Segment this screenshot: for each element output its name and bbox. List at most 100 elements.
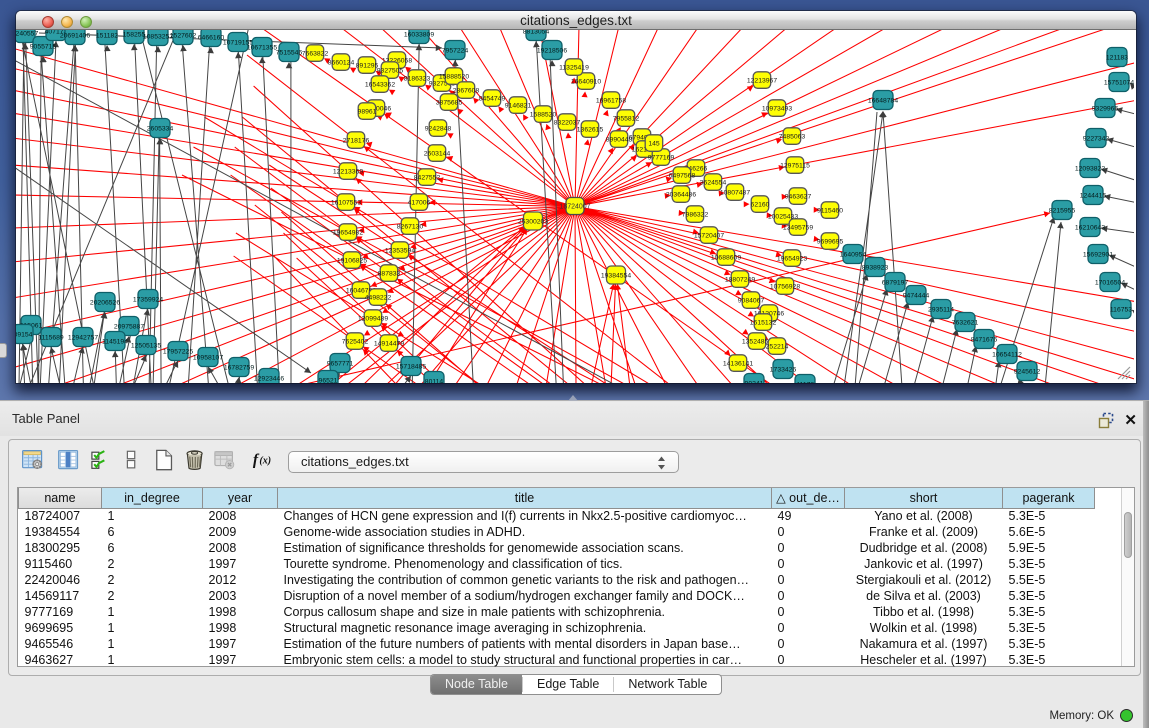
svg-text:19654982: 19654982 — [333, 229, 363, 236]
svg-text:18807249: 18807249 — [725, 276, 755, 283]
svg-text:13495759: 13495759 — [783, 224, 813, 231]
svg-text:10688609: 10688609 — [711, 254, 741, 261]
svg-text:6879197: 6879197 — [882, 279, 909, 286]
svg-text:12505135: 12505135 — [131, 342, 161, 349]
svg-text:9146821: 9146821 — [505, 102, 532, 109]
svg-text:(x): (x) — [259, 456, 271, 467]
svg-text:9777169: 9777169 — [648, 154, 675, 161]
svg-text:12093822: 12093822 — [1075, 165, 1105, 172]
svg-text:17957225: 17957225 — [163, 348, 193, 355]
svg-text:16210643: 16210643 — [1075, 224, 1105, 231]
svg-text:2867608: 2867608 — [453, 87, 480, 94]
svg-text:9474444: 9474444 — [903, 292, 930, 299]
svg-text:12923446: 12923446 — [254, 375, 284, 382]
svg-text:4498222: 4498222 — [365, 294, 392, 301]
svg-text:6497568: 6497568 — [669, 172, 696, 179]
svg-text:12353594: 12353594 — [385, 247, 415, 254]
svg-text:9227342: 9227342 — [1083, 135, 1110, 142]
svg-text:3624554: 3624554 — [700, 179, 727, 186]
svg-text:2718176: 2718176 — [343, 137, 370, 144]
svg-text:15751074: 15751074 — [1104, 79, 1134, 86]
svg-text:10958107: 10958107 — [193, 354, 223, 361]
svg-text:8454749: 8454749 — [479, 95, 506, 102]
svg-text:16640910: 16640910 — [571, 78, 601, 85]
svg-text:2605334: 2605334 — [147, 125, 174, 132]
svg-text:16107553: 16107553 — [331, 199, 361, 206]
svg-text:7955812: 7955812 — [613, 115, 640, 122]
svg-text:8813054: 8813054 — [523, 30, 550, 35]
svg-text:16543362: 16543362 — [365, 81, 395, 88]
svg-text:20364486: 20364486 — [666, 191, 696, 198]
svg-text:8427552: 8427552 — [414, 174, 441, 181]
svg-text:1145194: 1145194 — [102, 338, 128, 345]
svg-text:887833: 887833 — [378, 270, 401, 277]
svg-text:16648784: 16648784 — [868, 97, 898, 104]
svg-text:1733426: 1733426 — [770, 366, 797, 373]
svg-text:9463627: 9463627 — [785, 193, 812, 200]
svg-text:1362615: 1362615 — [577, 126, 604, 133]
svg-text:20691406: 20691406 — [60, 32, 90, 39]
svg-text:6466160: 6466160 — [198, 34, 225, 41]
svg-text:41172: 41172 — [796, 381, 815, 383]
svg-text:20206526: 20206526 — [90, 299, 120, 306]
svg-text:11325419: 11325419 — [559, 64, 589, 71]
svg-text:8186323: 8186323 — [404, 75, 431, 82]
svg-text:891295: 891295 — [356, 62, 379, 69]
svg-text:10973493: 10973493 — [762, 105, 792, 112]
svg-text:7625402: 7625402 — [342, 338, 369, 345]
svg-text:8322037: 8322037 — [554, 119, 581, 126]
svg-text:2935114: 2935114 — [928, 306, 954, 313]
svg-text:1527602: 1527602 — [170, 32, 197, 39]
svg-text:9245612: 9245612 — [1014, 368, 1041, 375]
svg-text:1240557: 1240557 — [16, 30, 38, 37]
svg-text:18724007: 18724007 — [559, 203, 590, 210]
svg-text:62160: 62160 — [751, 201, 770, 208]
svg-text:9699695: 9699695 — [817, 238, 844, 245]
svg-text:15718485: 15718485 — [396, 363, 426, 370]
svg-text:9327505: 9327505 — [377, 67, 404, 74]
svg-text:8660124: 8660124 — [328, 59, 355, 66]
svg-text:1615132: 1615132 — [750, 319, 777, 326]
svg-text:12942757: 12942757 — [68, 334, 98, 341]
svg-text:9055715: 9055715 — [30, 43, 57, 50]
svg-text:7986322: 7986322 — [682, 211, 709, 218]
svg-text:9657771: 9657771 — [327, 360, 354, 367]
svg-text:7515546: 7515546 — [276, 49, 303, 56]
svg-text:19106825: 19106825 — [337, 257, 367, 264]
svg-text:417006: 417006 — [408, 199, 431, 206]
svg-text:116753: 116753 — [1110, 306, 1132, 313]
svg-text:7663822: 7663822 — [302, 50, 329, 57]
svg-text:9242848: 9242848 — [425, 125, 452, 132]
svg-text:25300203: 25300203 — [518, 218, 548, 225]
svg-text:8215955: 8215955 — [1049, 207, 1076, 214]
svg-text:7485063: 7485063 — [779, 133, 806, 140]
svg-text:12975115: 12975115 — [780, 162, 810, 169]
svg-text:145: 145 — [648, 140, 660, 147]
svg-text:17359924: 17359924 — [133, 296, 163, 303]
svg-text:17016504: 17016504 — [1095, 279, 1125, 286]
svg-text:10654112: 10654112 — [992, 351, 1022, 358]
svg-text:14136141: 14136141 — [723, 360, 753, 367]
svg-text:151182: 151182 — [96, 32, 118, 39]
svg-text:10807487: 10807487 — [720, 189, 750, 196]
svg-text:16961758: 16961758 — [596, 97, 626, 104]
svg-text:1640954: 1640954 — [840, 251, 867, 258]
svg-text:252214: 252214 — [766, 343, 789, 350]
svg-text:15888520: 15888520 — [439, 73, 469, 80]
svg-text:121183: 121183 — [1106, 54, 1128, 61]
svg-text:10853257: 10853257 — [143, 33, 173, 40]
svg-text:8267130: 8267130 — [397, 223, 424, 230]
svg-text:96521: 96521 — [319, 377, 338, 383]
svg-text:39154: 39154 — [16, 331, 33, 338]
svg-text:10756928: 10756928 — [770, 283, 800, 290]
svg-text:90241: 90241 — [745, 380, 764, 383]
svg-text:9329966: 9329966 — [1092, 105, 1119, 112]
svg-text:2603144: 2603144 — [424, 150, 451, 157]
svg-text:8471676: 8471676 — [971, 336, 998, 343]
svg-text:98961: 98961 — [358, 108, 377, 115]
svg-text:16782759: 16782759 — [224, 364, 254, 371]
svg-text:12213369: 12213369 — [333, 168, 363, 175]
svg-text:19218506: 19218506 — [537, 47, 567, 54]
svg-text:9115460: 9115460 — [817, 207, 843, 214]
svg-text:12099489: 12099489 — [358, 315, 388, 322]
